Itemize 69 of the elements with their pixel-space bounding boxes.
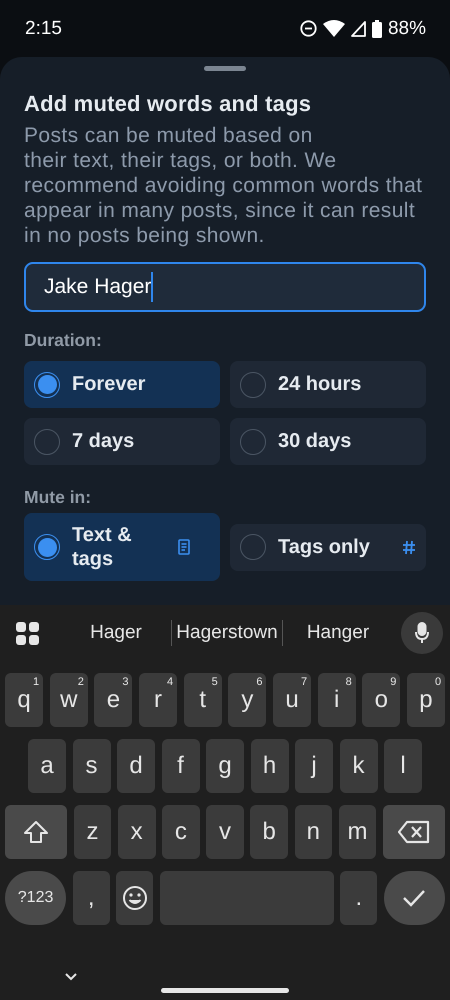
microphone-button[interactable]	[401, 612, 443, 654]
suggestion[interactable]: Hanger	[283, 622, 393, 644]
hide-keyboard-icon[interactable]	[65, 973, 77, 981]
letter-key[interactable]: 2 w	[50, 673, 88, 727]
letter-key[interactable]: n	[294, 805, 332, 859]
letter-key[interactable]: c	[162, 805, 200, 859]
document-icon	[178, 539, 190, 555]
radio-button[interactable]	[240, 372, 266, 398]
letter-key[interactable]: 8 i	[318, 673, 356, 727]
radio-button[interactable]	[240, 534, 266, 560]
apps-grid-icon[interactable]	[16, 622, 39, 644]
muted-word-input[interactable]: Jake Hager	[24, 262, 426, 312]
microphone-icon	[415, 622, 429, 644]
letter-key[interactable]: x	[118, 805, 156, 859]
letter-key[interactable]: 6 y	[228, 673, 266, 727]
suggestion[interactable]: Hager	[61, 622, 171, 644]
backspace-key[interactable]	[382, 805, 446, 859]
letter-key[interactable]: ,	[72, 871, 110, 925]
mute-in-option[interactable]: Tags only	[230, 524, 426, 570]
emoji-key[interactable]	[116, 871, 154, 925]
letter-key[interactable]: 5 t	[184, 673, 222, 727]
letter-key[interactable]: a	[28, 739, 66, 793]
duration-option[interactable]: 30 days	[230, 418, 426, 465]
wifi-icon	[322, 20, 345, 37]
letter-key[interactable]: 3 e	[94, 673, 132, 727]
duration-option[interactable]: Forever	[24, 361, 220, 408]
letter-key[interactable]: v	[206, 805, 244, 859]
letter-key[interactable]: g	[206, 739, 244, 793]
drag-handle[interactable]	[204, 66, 246, 71]
letter-key[interactable]: 0 p	[406, 673, 446, 727]
symbols-key[interactable]: ?123	[5, 871, 66, 925]
letter-key[interactable]: l	[384, 739, 422, 793]
letter-key[interactable]: 7 u	[272, 673, 312, 727]
letter-key[interactable]: m	[338, 805, 376, 859]
letter-key[interactable]: .	[340, 871, 378, 925]
radio-button[interactable]	[34, 428, 60, 454]
mute-in-label: Mute in:	[24, 487, 92, 508]
letter-key[interactable]: f	[162, 739, 200, 793]
radio-button[interactable]	[34, 534, 60, 560]
signal-icon	[350, 20, 366, 36]
shift-icon	[23, 820, 50, 844]
description-text: Posts can be muted based on their text, their tags, or both. We recommend avoiding common words that appear in many posts, since it can result in no posts being shown.	[24, 123, 424, 248]
letter-key[interactable]: b	[250, 805, 288, 859]
letter-key[interactable]: z	[74, 805, 112, 859]
do-not-disturb-icon	[300, 20, 317, 37]
sheet-title: Add muted words and tags	[24, 91, 312, 117]
shift-key[interactable]	[5, 805, 68, 859]
hashtag-icon	[402, 540, 416, 554]
letter-key[interactable]: s	[72, 739, 110, 793]
mute-in-option[interactable]: Text & tags	[24, 513, 220, 581]
letter-key[interactable]: 9 o	[362, 673, 400, 727]
battery-icon	[372, 20, 382, 38]
suggestion[interactable]: Hagerstown	[172, 622, 282, 644]
letter-key[interactable]: j	[295, 739, 333, 793]
emoji-icon	[122, 885, 148, 911]
letter-key[interactable]: 4 r	[138, 673, 178, 727]
status-time: 2:15	[25, 18, 62, 40]
radio-button[interactable]	[240, 428, 266, 454]
backspace-icon	[398, 820, 430, 844]
battery-percent: 88%	[388, 18, 426, 40]
duration-option[interactable]: 24 hours	[230, 361, 426, 408]
radio-button[interactable]	[34, 372, 60, 398]
letter-key[interactable]: 1 q	[5, 673, 44, 727]
letter-key[interactable]: k	[340, 739, 378, 793]
duration-label: Duration:	[24, 330, 103, 351]
letter-key[interactable]: d	[117, 739, 155, 793]
checkmark-icon	[402, 889, 426, 907]
letter-key[interactable]: h	[250, 739, 288, 793]
duration-option[interactable]: 7 days	[24, 418, 220, 465]
